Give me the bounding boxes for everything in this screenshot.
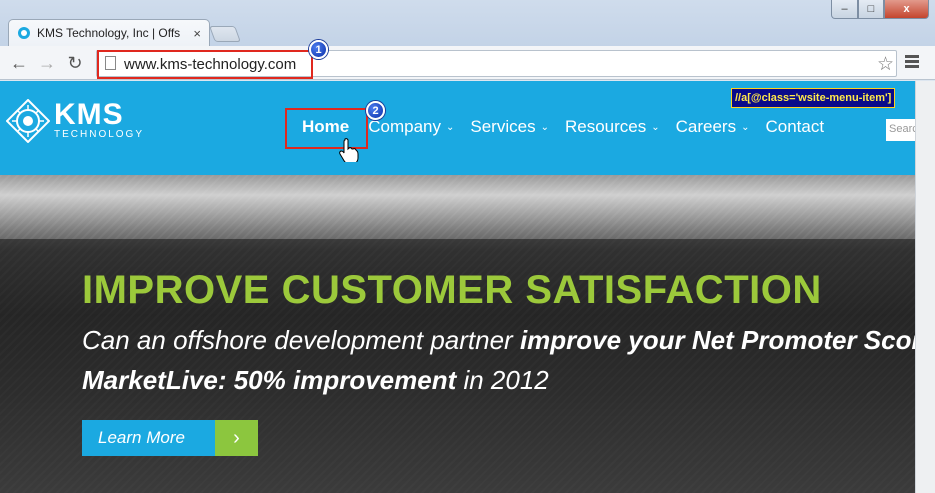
back-icon[interactable]: ← <box>8 52 30 74</box>
site-header: KMS TECHNOLOGY Home Company ⌄ Services ⌄ R… <box>0 81 915 175</box>
chevron-right-icon: › <box>215 420 258 456</box>
chevron-down-icon: ⌄ <box>446 121 455 133</box>
nav-item-company[interactable]: Company ⌄ <box>368 117 454 137</box>
web-page: KMS TECHNOLOGY Home Company ⌄ Services ⌄ R… <box>0 81 915 493</box>
nav-item-resources[interactable]: Resources ⌄ <box>565 117 660 137</box>
nav-services-label: Services <box>470 117 536 136</box>
vertical-scrollbar[interactable] <box>915 81 935 493</box>
address-bar[interactable]: www.kms-technology.com ☆ <box>96 50 897 79</box>
hero-subline-1-bold: improve your Net Promoter Score? <box>519 325 915 355</box>
step-badge-1: 1 <box>309 40 328 59</box>
browser-tab[interactable]: KMS Technology, Inc | Offs × <box>8 19 210 46</box>
nav-item-services[interactable]: Services ⌄ <box>470 117 549 137</box>
logo-subtext: TECHNOLOGY <box>54 129 145 140</box>
nav-contact-label: Contact <box>765 117 825 136</box>
kms-favicon-icon <box>17 26 31 40</box>
chevron-down-icon: ⌄ <box>741 121 750 133</box>
hero-subline-2-bold: MarketLive: 50% improvement <box>82 365 464 395</box>
step-badge-2: 2 <box>366 101 385 120</box>
tab-title: KMS Technology, Inc | Offs <box>37 26 181 40</box>
browser-menu-icon[interactable] <box>905 55 919 70</box>
main-nav: Home Company ⌄ Services ⌄ Resources ⌄ Caree… <box>290 117 840 137</box>
maximize-button[interactable]: □ <box>858 0 884 19</box>
nav-company-label: Company <box>368 117 441 136</box>
browser-toolbar: ← → ↻ www.kms-technology.com ☆ <box>0 46 935 80</box>
chevron-down-icon: ⌄ <box>540 121 549 133</box>
hero-subline-2: MarketLive: 50% improvement in 2012 <box>82 365 549 396</box>
learn-more-button[interactable]: Learn More › <box>82 420 258 456</box>
bookmark-star-icon[interactable]: ☆ <box>877 53 894 76</box>
reload-icon[interactable]: ↻ <box>64 52 86 74</box>
search-input[interactable]: Search <box>886 119 915 141</box>
nav-resources-label: Resources <box>564 117 647 136</box>
hand-cursor-icon <box>339 138 359 162</box>
new-tab-button[interactable] <box>209 26 241 42</box>
browser-titlebar: KMS Technology, Inc | Offs × – □ x <box>0 0 935 46</box>
nav-item-careers[interactable]: Careers ⌄ <box>676 117 750 137</box>
hero-headline: IMPROVE CUSTOMER SATISFACTION <box>82 268 822 312</box>
nav-item-contact[interactable]: Contact <box>765 117 824 137</box>
kms-logo-icon <box>6 99 50 143</box>
minimize-button[interactable]: – <box>831 0 858 19</box>
tab-close-icon[interactable]: × <box>193 26 201 41</box>
close-window-button[interactable]: x <box>884 0 929 19</box>
url-highlight-box <box>97 50 313 79</box>
window-controls: – □ x <box>831 0 929 19</box>
logo-text: KMS <box>54 98 124 131</box>
learn-more-label: Learn More <box>82 420 215 456</box>
hero-subline-1: Can an offshore development partner impr… <box>82 325 915 356</box>
nav-careers-label: Careers <box>675 117 737 136</box>
hero-banner: IMPROVE CUSTOMER SATISFACTION Can an off… <box>0 175 915 493</box>
forward-icon[interactable]: → <box>36 52 58 74</box>
hero-subline-1-regular: Can an offshore development partner <box>82 325 520 355</box>
chevron-down-icon: ⌄ <box>651 121 660 133</box>
kms-logo[interactable]: KMS TECHNOLOGY <box>6 99 144 143</box>
hero-subline-2-regular: in 2012 <box>463 365 549 395</box>
xpath-tooltip: //a[@class='wsite-menu-item'] <box>731 88 896 108</box>
